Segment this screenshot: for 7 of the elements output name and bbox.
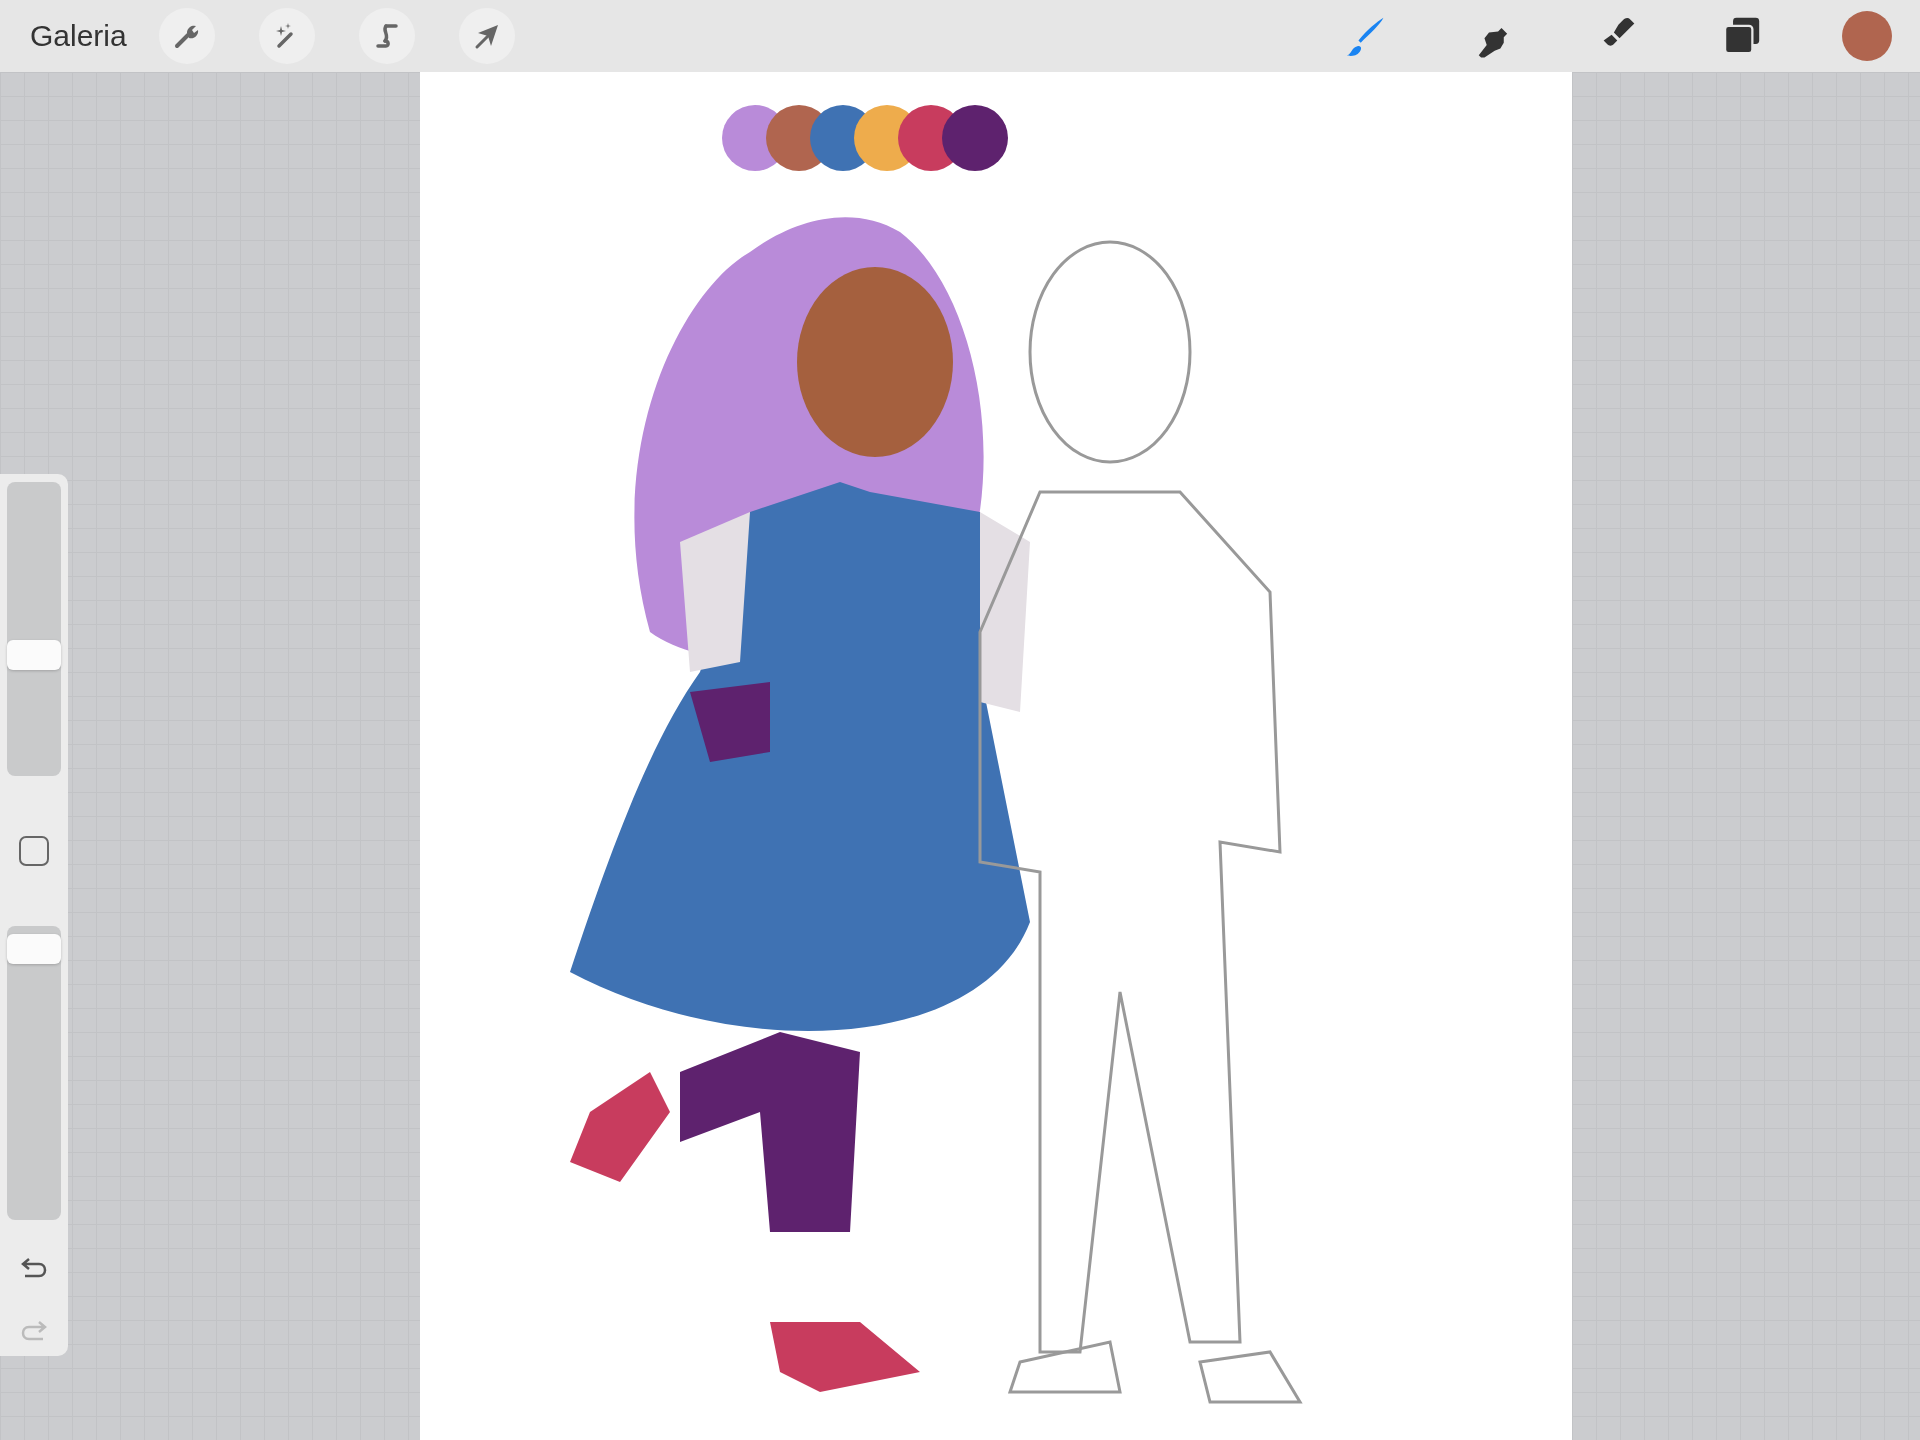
square-icon[interactable] (19, 836, 49, 866)
color-swatch[interactable] (1842, 11, 1892, 61)
slider-thumb[interactable] (7, 933, 61, 964)
gallery-button[interactable]: Galeria (30, 19, 127, 53)
slider-thumb[interactable] (7, 640, 61, 671)
brush-size-slider[interactable] (7, 482, 61, 776)
opacity-slider[interactable] (7, 926, 61, 1220)
